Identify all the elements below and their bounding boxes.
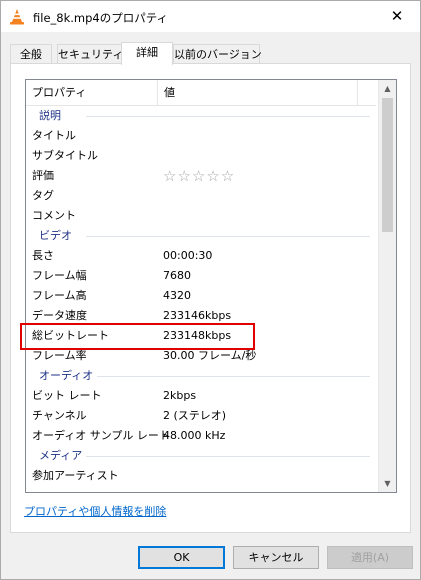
property-name: タイトル [32, 129, 76, 142]
property-value: 48.000 kHz [163, 429, 226, 442]
details-panel: プロパティ 値 説明 タイトル サブタイトル 評価 ☆☆☆☆☆ タグ コメント … [10, 63, 411, 533]
vertical-scrollbar[interactable]: ▲ ▼ [378, 80, 396, 492]
table-row[interactable]: タグ [26, 186, 378, 206]
cancel-button[interactable]: キャンセル [233, 546, 319, 569]
rating-stars[interactable]: ☆☆☆☆☆ [163, 166, 235, 186]
tab-details[interactable]: 詳細 [121, 42, 173, 65]
group-divider [86, 236, 370, 237]
property-name: コメント [32, 209, 76, 222]
table-row[interactable]: フレーム高 4320 [26, 286, 378, 306]
property-value: 7680 [163, 269, 191, 282]
tab-security[interactable]: セキュリティ [57, 44, 123, 64]
property-name: 参加アーティスト [32, 469, 119, 482]
property-value: 233146kbps [163, 309, 232, 322]
property-value: 233148kbps [163, 329, 232, 342]
tab-general[interactable]: 全般 [10, 44, 52, 64]
table-row[interactable]: データ速度 233146kbps [26, 306, 378, 326]
property-name: ビット レート [32, 389, 102, 402]
list-rows: 説明 タイトル サブタイトル 評価 ☆☆☆☆☆ タグ コメント ビデオ 長さ 0… [26, 106, 378, 486]
close-icon: ✕ [390, 7, 404, 25]
scroll-down-icon[interactable]: ▼ [379, 475, 396, 492]
property-value: 00:00:30 [163, 249, 213, 262]
property-name: フレーム高 [32, 289, 87, 302]
property-name: オーディオ サンプル レート [32, 429, 170, 442]
table-row[interactable]: コメント [26, 206, 378, 226]
property-name: チャンネル [32, 409, 87, 422]
tab-previous-versions[interactable]: 以前のバージョン [173, 44, 262, 64]
property-list[interactable]: プロパティ 値 説明 タイトル サブタイトル 評価 ☆☆☆☆☆ タグ コメント … [25, 79, 397, 493]
table-row[interactable]: 参加アーティスト [26, 466, 378, 486]
group-header-description[interactable]: 説明 [26, 106, 378, 126]
property-value: 2kbps [163, 389, 197, 402]
table-row[interactable]: サブタイトル [26, 146, 378, 166]
title-bar[interactable]: file_8k.mp4のプロパティ ✕ [1, 1, 420, 32]
property-value: 4320 [163, 289, 191, 302]
table-row[interactable]: フレーム幅 7680 [26, 266, 378, 286]
table-row[interactable]: タイトル [26, 126, 378, 146]
apply-button[interactable]: 適用(A) [327, 546, 413, 569]
list-header: プロパティ 値 [26, 80, 376, 106]
group-label: メディア [39, 446, 87, 466]
table-row[interactable]: 長さ 00:00:30 [26, 246, 378, 266]
property-name: 評価 [32, 169, 54, 182]
table-row[interactable]: チャンネル 2 (ステレオ) [26, 406, 378, 426]
scroll-thumb[interactable] [382, 98, 393, 232]
group-label: オーディオ [39, 366, 98, 386]
property-name: タグ [32, 189, 54, 202]
property-name: 総ビットレート [32, 329, 109, 342]
properties-dialog: file_8k.mp4のプロパティ ✕ 全般 セキュリティ 詳細 以前のバージョ… [0, 0, 421, 580]
group-label: ビデオ [39, 226, 76, 246]
group-divider [86, 456, 370, 457]
table-row[interactable]: オーディオ サンプル レート 48.000 kHz [26, 426, 378, 446]
property-value: 30.00 フレーム/秒 [163, 349, 257, 362]
property-name: フレーム幅 [32, 269, 87, 282]
property-name: 長さ [32, 249, 54, 262]
column-header-property[interactable]: プロパティ [26, 80, 158, 105]
table-row[interactable]: 評価 ☆☆☆☆☆ [26, 166, 378, 186]
group-divider [86, 376, 370, 377]
property-name: データ速度 [32, 309, 87, 322]
table-row[interactable]: 総ビットレート 233148kbps [26, 326, 378, 346]
property-value: 2 (ステレオ) [163, 409, 227, 422]
table-row[interactable]: フレーム率 30.00 フレーム/秒 [26, 346, 378, 366]
close-button[interactable]: ✕ [374, 1, 420, 32]
group-label: 説明 [39, 106, 65, 126]
group-header-video[interactable]: ビデオ [26, 226, 378, 246]
remove-properties-link[interactable]: プロパティや個人情報を削除 [24, 503, 166, 519]
ok-button[interactable]: OK [138, 546, 225, 569]
property-name: フレーム率 [32, 349, 87, 362]
vlc-cone-icon [10, 9, 24, 25]
scroll-up-icon[interactable]: ▲ [379, 80, 396, 97]
group-header-audio[interactable]: オーディオ [26, 366, 378, 386]
window-title: file_8k.mp4のプロパティ [33, 11, 169, 25]
group-divider [86, 116, 370, 117]
group-header-media[interactable]: メディア [26, 446, 378, 466]
column-header-value[interactable]: 値 [158, 80, 358, 105]
table-row[interactable]: ビット レート 2kbps [26, 386, 378, 406]
property-name: サブタイトル [32, 149, 98, 162]
